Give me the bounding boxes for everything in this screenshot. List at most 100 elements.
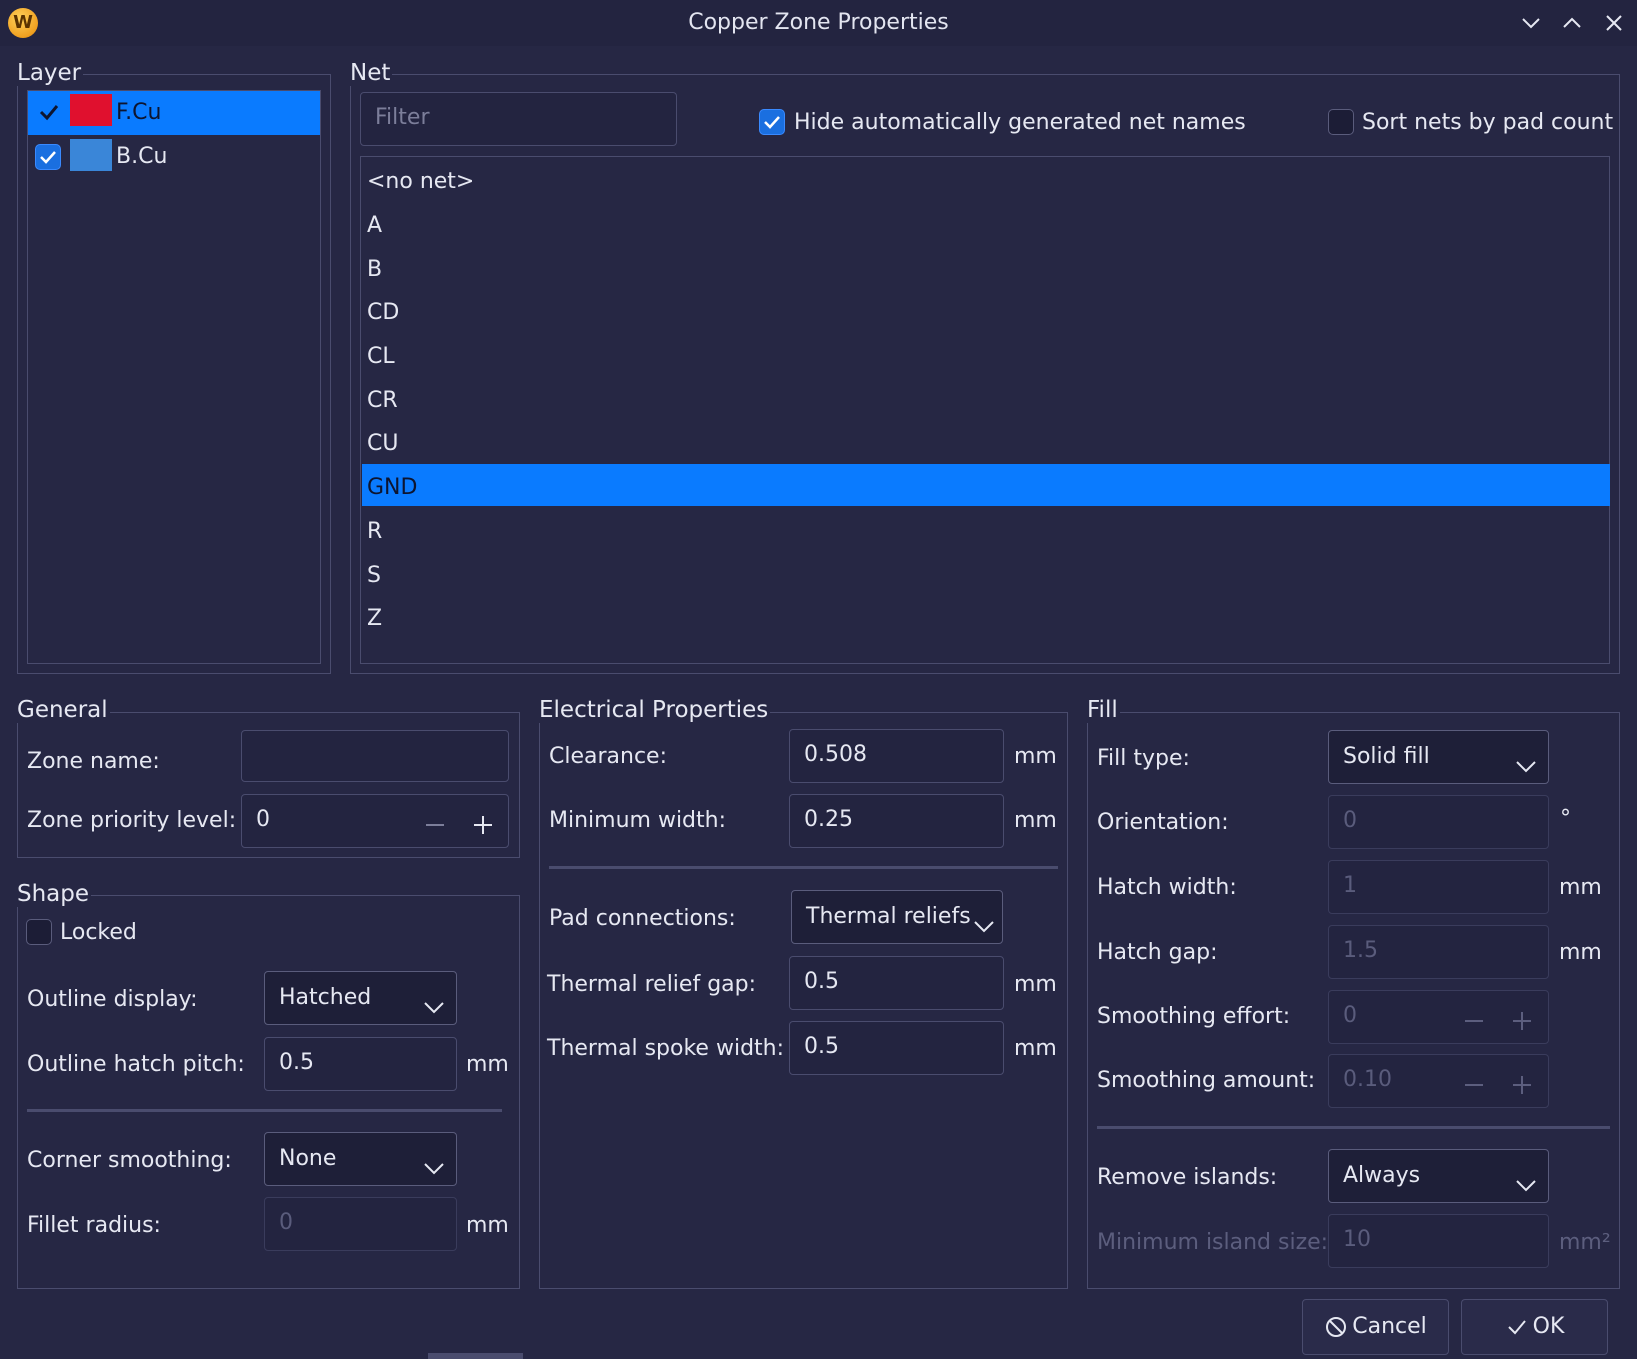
hide-auto-nets-label: Hide automatically generated net names bbox=[794, 110, 1246, 135]
minus-icon[interactable] bbox=[1461, 1067, 1487, 1093]
checkbox[interactable] bbox=[35, 144, 61, 170]
corner-smoothing-value: None bbox=[279, 1146, 337, 1171]
net-group-title: Net bbox=[348, 60, 393, 86]
minimize-icon[interactable] bbox=[1516, 8, 1546, 38]
outline-display-label: Outline display: bbox=[27, 987, 198, 1012]
hatch-gap-input[interactable]: 1.5 bbox=[1328, 925, 1549, 979]
net-item[interactable]: S bbox=[367, 555, 381, 597]
hatch-width-label: Hatch width: bbox=[1097, 875, 1237, 900]
net-item[interactable]: <no net> bbox=[367, 161, 474, 203]
fillet-radius-input[interactable]: 0 bbox=[264, 1197, 457, 1251]
net-item[interactable]: Z bbox=[367, 598, 382, 640]
clearance-label: Clearance: bbox=[549, 744, 668, 769]
shape-group-title: Shape bbox=[15, 881, 92, 907]
chevron-down-icon bbox=[972, 906, 996, 933]
outline-pitch-input[interactable]: 0.5 bbox=[264, 1037, 457, 1091]
check-icon[interactable] bbox=[36, 99, 62, 125]
smoothing-effort-spinner[interactable]: 0 bbox=[1328, 990, 1549, 1044]
outline-pitch-label: Outline hatch pitch: bbox=[27, 1052, 245, 1077]
net-filter-input[interactable]: Filter bbox=[360, 92, 677, 146]
net-list[interactable]: <no net> A B CD CL CR CU GND R S Z bbox=[360, 156, 1610, 664]
check-icon bbox=[1505, 1315, 1529, 1339]
thermal-spoke-input[interactable]: 0.5 bbox=[789, 1021, 1004, 1075]
net-item[interactable]: GND bbox=[367, 467, 417, 509]
zone-priority-value: 0 bbox=[256, 807, 270, 832]
zone-name-input[interactable] bbox=[241, 730, 509, 782]
thermal-gap-label: Thermal relief gap: bbox=[547, 972, 757, 997]
pad-connections-value: Thermal reliefs bbox=[806, 904, 971, 929]
locked-label: Locked bbox=[60, 920, 137, 945]
net-row-selected[interactable] bbox=[362, 464, 1610, 506]
net-item[interactable]: B bbox=[367, 249, 382, 291]
shape-divider bbox=[27, 1109, 502, 1112]
sort-by-pad-checkbox[interactable] bbox=[1328, 109, 1354, 135]
outline-pitch-unit: mm bbox=[466, 1052, 509, 1077]
outline-display-dropdown[interactable]: Hatched bbox=[264, 971, 457, 1025]
fillet-radius-label: Fillet radius: bbox=[27, 1213, 161, 1238]
remove-islands-dropdown[interactable]: Always bbox=[1328, 1149, 1549, 1203]
layer-color-swatch bbox=[70, 94, 112, 126]
net-item[interactable]: CD bbox=[367, 292, 399, 334]
net-item[interactable]: CU bbox=[367, 423, 398, 465]
orientation-unit: ° bbox=[1560, 806, 1571, 831]
remove-islands-label: Remove islands: bbox=[1097, 1165, 1278, 1190]
thermal-spoke-label: Thermal spoke width: bbox=[547, 1036, 785, 1061]
ok-button[interactable]: OK bbox=[1461, 1299, 1608, 1355]
layer-list[interactable]: F.Cu B.Cu bbox=[27, 90, 321, 664]
chevron-down-icon bbox=[422, 987, 446, 1014]
cancel-button[interactable]: Cancel bbox=[1302, 1299, 1449, 1355]
hatch-gap-unit: mm bbox=[1559, 940, 1602, 965]
hatch-width-unit: mm bbox=[1559, 875, 1602, 900]
min-island-size-input[interactable]: 10 bbox=[1328, 1214, 1549, 1268]
layer-label: B.Cu bbox=[116, 144, 168, 169]
thermal-gap-unit: mm bbox=[1014, 972, 1057, 997]
electrical-divider bbox=[549, 866, 1058, 869]
plus-icon[interactable] bbox=[470, 807, 496, 834]
chevron-down-icon bbox=[422, 1148, 446, 1175]
orientation-input[interactable]: 0 bbox=[1328, 795, 1549, 849]
resize-grip[interactable] bbox=[428, 1353, 523, 1359]
general-group-title: General bbox=[15, 697, 110, 723]
net-item[interactable]: CL bbox=[367, 336, 395, 378]
layer-group-title: Layer bbox=[15, 60, 84, 86]
layer-color-swatch bbox=[70, 139, 112, 171]
minus-icon[interactable] bbox=[422, 807, 448, 833]
net-item[interactable]: R bbox=[367, 511, 382, 553]
ok-label: OK bbox=[1532, 1314, 1565, 1339]
layer-row-fcu[interactable]: F.Cu bbox=[28, 91, 320, 135]
chevron-down-icon bbox=[1514, 746, 1538, 773]
hide-auto-nets-checkbox[interactable] bbox=[759, 109, 785, 135]
smoothing-effort-value: 0 bbox=[1343, 1003, 1357, 1028]
fill-divider bbox=[1097, 1126, 1610, 1129]
zone-priority-label: Zone priority level: bbox=[27, 808, 237, 833]
thermal-spoke-unit: mm bbox=[1014, 1036, 1057, 1061]
electrical-group-title: Electrical Properties bbox=[537, 697, 771, 723]
pad-connections-dropdown[interactable]: Thermal reliefs bbox=[791, 890, 1003, 944]
smoothing-amount-label: Smoothing amount: bbox=[1097, 1068, 1316, 1093]
minus-icon[interactable] bbox=[1461, 1003, 1487, 1029]
close-icon[interactable] bbox=[1599, 8, 1629, 38]
plus-icon[interactable] bbox=[1509, 1003, 1535, 1030]
cancel-icon bbox=[1324, 1315, 1348, 1339]
maximize-icon[interactable] bbox=[1557, 8, 1587, 38]
corner-smoothing-dropdown[interactable]: None bbox=[264, 1132, 457, 1186]
clearance-input[interactable]: 0.508 bbox=[789, 729, 1004, 783]
fill-type-label: Fill type: bbox=[1097, 746, 1190, 771]
plus-icon[interactable] bbox=[1509, 1067, 1535, 1094]
layer-row-bcu[interactable]: B.Cu bbox=[28, 135, 320, 179]
fillet-radius-unit: mm bbox=[466, 1213, 509, 1238]
locked-checkbox[interactable] bbox=[26, 919, 52, 945]
hatch-width-input[interactable]: 1 bbox=[1328, 860, 1549, 914]
fill-type-value: Solid fill bbox=[1343, 744, 1430, 769]
net-item[interactable]: A bbox=[367, 205, 382, 247]
fill-group-title: Fill bbox=[1085, 697, 1120, 723]
thermal-gap-input[interactable]: 0.5 bbox=[789, 956, 1004, 1010]
smoothing-amount-value: 0.10 bbox=[1343, 1067, 1392, 1092]
minimum-width-input[interactable]: 0.25 bbox=[789, 794, 1004, 848]
zone-priority-spinner[interactable]: 0 bbox=[241, 794, 509, 848]
pad-connections-label: Pad connections: bbox=[549, 906, 736, 931]
net-item[interactable]: CR bbox=[367, 380, 398, 422]
smoothing-amount-spinner[interactable]: 0.10 bbox=[1328, 1054, 1549, 1108]
cancel-label: Cancel bbox=[1352, 1314, 1427, 1339]
fill-type-dropdown[interactable]: Solid fill bbox=[1328, 730, 1549, 784]
